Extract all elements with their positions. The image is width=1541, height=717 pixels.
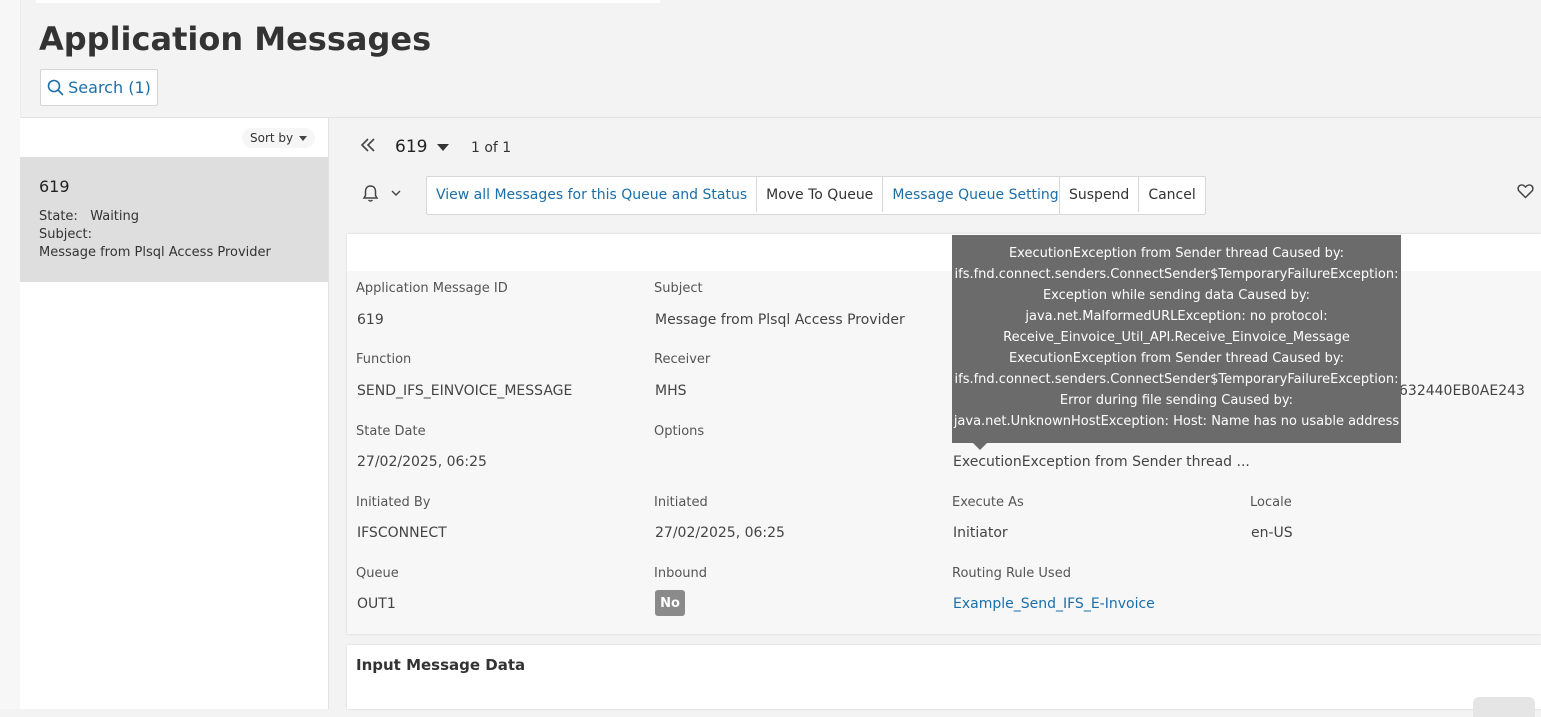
initiated-by-value: IFSCONNECT [357, 525, 447, 541]
locale-value: en-US [1251, 525, 1293, 541]
tooltip-arrow [973, 443, 987, 450]
tooltip-line: Exception while sending data Caused by: [1042, 288, 1311, 303]
partial-id-value: 632440EB0AE243 [1399, 383, 1525, 399]
list-item-subject-label: Subject: [39, 227, 92, 242]
list-item-id: 619 [39, 177, 70, 196]
error-text-value[interactable]: ExecutionException from Sender thread ..… [953, 454, 1250, 470]
tooltip-line: Error during file sending Caused by: [1059, 393, 1294, 408]
chevron-down-icon [391, 190, 401, 196]
input-message-data-section: Input Message Data [347, 645, 1541, 717]
sort-by-label: Sort by [250, 131, 294, 145]
top-strip [36, 0, 660, 3]
state-date-label: State Date [356, 424, 426, 439]
list-item-state-value: Waiting [90, 209, 140, 224]
input-message-data-title: Input Message Data [356, 656, 526, 674]
queue-label: Queue [356, 566, 399, 581]
sort-by-button[interactable]: Sort by [242, 128, 316, 148]
favorite-button[interactable] [1517, 183, 1534, 203]
record-list-panel: Sort by 619 State: Waiting Subject: Mess… [20, 118, 329, 709]
error-tooltip: ExecutionException from Sender thread Ca… [952, 235, 1401, 443]
tooltip-line: ExecutionException from Sender thread Ca… [1008, 246, 1345, 261]
heart-icon [1517, 184, 1534, 199]
execute-as-value: Initiator [953, 525, 1008, 541]
initiated-label: Initiated [654, 495, 708, 510]
section-action-button[interactable] [1473, 697, 1535, 717]
list-item-state-label: State: [39, 209, 78, 224]
state-date-value: 27/02/2025, 06:25 [357, 454, 487, 470]
queue-value: OUT1 [357, 596, 396, 612]
function-value: SEND_IFS_EINVOICE_MESSAGE [357, 383, 573, 399]
subject-label: Subject [654, 281, 703, 296]
notification-menu[interactable] [362, 184, 401, 203]
suspend-button[interactable]: Suspend [1060, 177, 1138, 212]
record-selector-id: 619 [395, 137, 428, 157]
queue-actions-group: View all Messages for this Queue and Sta… [426, 176, 1076, 215]
search-button-label: Search (1) [68, 78, 151, 97]
receiver-label: Receiver [654, 352, 711, 367]
tooltip-line: java.net.UnknownHostException: Host: Nam… [953, 414, 1400, 429]
back-to-list-button[interactable] [360, 137, 376, 158]
tooltip-line: ExecutionException from Sender thread Ca… [1008, 351, 1345, 366]
list-item-state: State: Waiting [39, 209, 139, 224]
tooltip-line: ifs.fnd.connect.senders.ConnectSender$Te… [954, 372, 1399, 387]
double-chevron-left-icon [360, 138, 375, 152]
initiated-by-label: Initiated By [356, 495, 431, 510]
inbound-label: Inbound [654, 566, 708, 581]
routing-rule-label: Routing Rule Used [952, 566, 1071, 581]
search-icon [47, 79, 64, 96]
record-selector[interactable]: 619 [395, 137, 450, 157]
page-title: Application Messages [39, 20, 432, 58]
caret-down-icon [299, 135, 308, 141]
tooltip-line: ifs.fnd.connect.senders.ConnectSender$Te… [954, 267, 1399, 282]
inbound-badge: No [655, 590, 685, 616]
locale-label: Locale [1250, 495, 1292, 510]
initiated-value: 27/02/2025, 06:25 [655, 525, 785, 541]
tooltip-line: java.net.MalformedURLException: no proto… [1025, 309, 1328, 324]
search-button[interactable]: Search (1) [40, 69, 158, 106]
list-item[interactable]: 619 State: Waiting Subject: Message from… [20, 157, 328, 282]
state-actions-group: Suspend Cancel [1059, 176, 1206, 215]
left-rail [0, 0, 21, 709]
record-count: 1 of 1 [471, 140, 512, 156]
bell-icon [362, 185, 379, 202]
message-queue-settings-button[interactable]: Message Queue Settings [882, 177, 1075, 212]
caret-down-icon [437, 143, 450, 151]
move-to-queue-button[interactable]: Move To Queue [756, 177, 882, 212]
receiver-value: MHS [655, 383, 687, 399]
view-all-messages-button[interactable]: View all Messages for this Queue and Sta… [427, 177, 756, 212]
app-message-id-value: 619 [357, 312, 384, 328]
tooltip-line: Receive_Einvoice_Util_API.Receive_Einvoi… [1003, 330, 1350, 345]
routing-rule-link[interactable]: Example_Send_IFS_E-Invoice [953, 596, 1155, 612]
app-message-id-label: Application Message ID [356, 281, 508, 296]
execute-as-label: Execute As [952, 495, 1024, 510]
options-label: Options [654, 424, 705, 439]
subject-value: Message from Plsql Access Provider [655, 312, 905, 328]
function-label: Function [356, 352, 412, 367]
cancel-button[interactable]: Cancel [1138, 177, 1204, 212]
list-item-subject-value: Message from Plsql Access Provider [39, 245, 271, 260]
